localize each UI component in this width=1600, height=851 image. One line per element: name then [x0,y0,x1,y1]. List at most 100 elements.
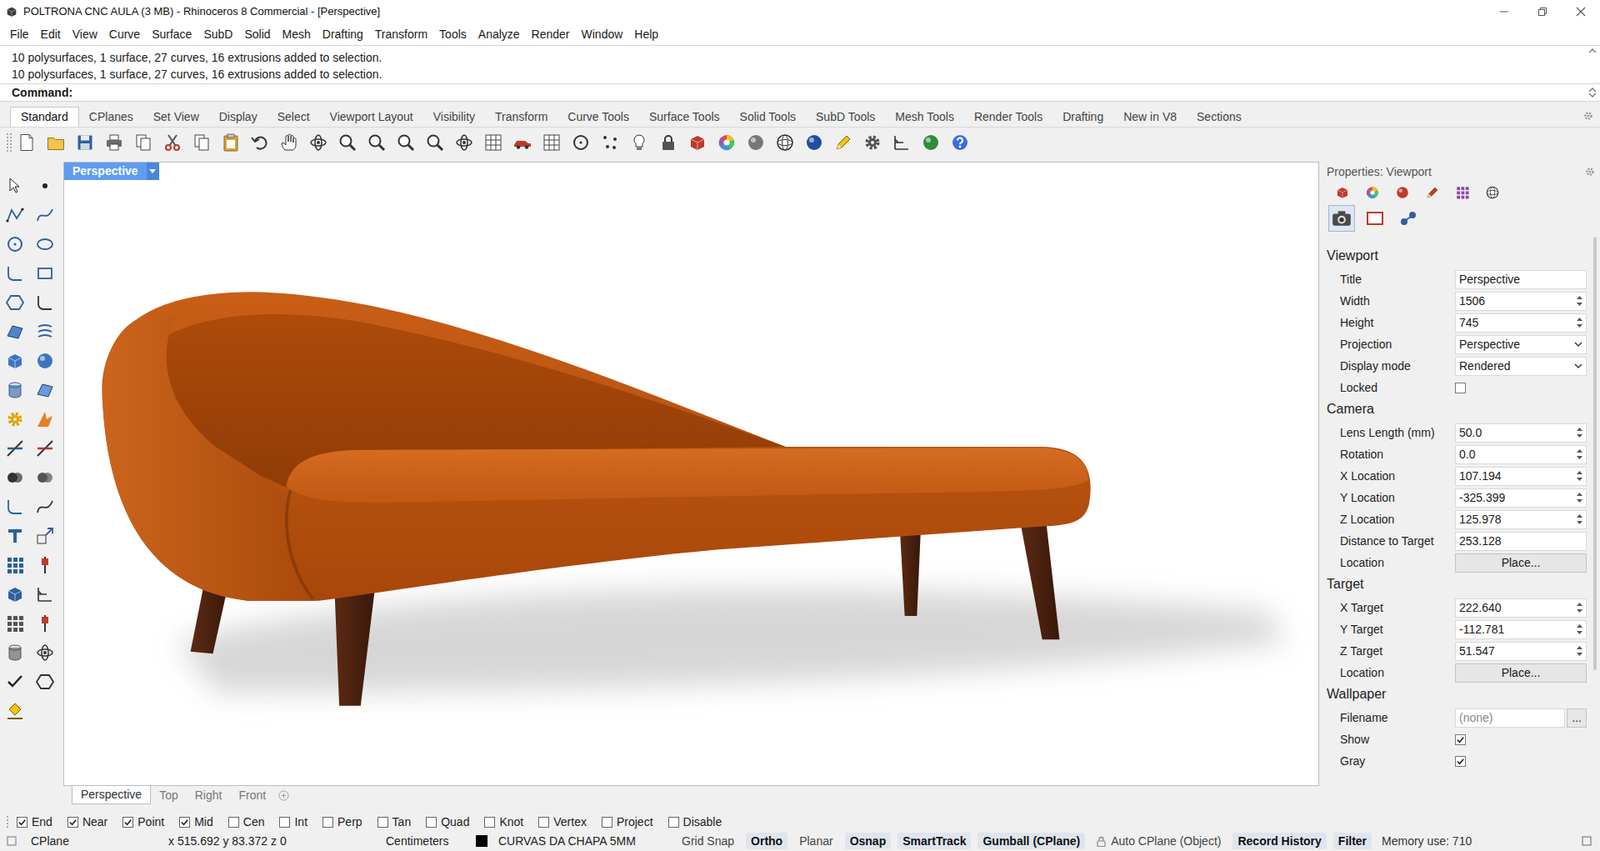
spinner-icon[interactable] [1575,600,1585,615]
minimize-icon[interactable] [1485,0,1524,24]
polyline-icon[interactable] [5,205,25,225]
control-points-icon[interactable] [600,132,620,153]
restore-icon[interactable] [1523,0,1562,24]
pan-icon[interactable] [279,132,300,153]
viewport-tab[interactable]: Top [150,785,187,805]
array-polar-icon[interactable] [5,555,25,575]
menu-item[interactable]: Tools [433,25,473,44]
viewport-frame-icon[interactable] [1361,205,1389,232]
toolbar-tab[interactable]: Display [209,106,268,127]
orient-icon[interactable] [35,555,55,575]
spinner-icon[interactable] [1575,425,1585,440]
curve-icon[interactable] [35,205,55,225]
osnap-item[interactable]: Point [122,813,165,831]
status-toggle[interactable]: SmartTrack [897,832,971,850]
open-icon[interactable] [45,132,66,153]
menu-item[interactable]: View [66,25,104,44]
osnap-checkbox[interactable] [228,816,240,828]
extrude-icon[interactable] [35,380,55,400]
dropdown-icon[interactable] [1572,341,1585,347]
menu-item[interactable]: Solid [238,25,276,44]
zoom-window-icon[interactable] [366,132,387,153]
toolbar-tab[interactable]: Set View [143,106,210,127]
viewport-title[interactable]: Perspective [64,162,160,180]
gumball-icon[interactable] [35,613,55,634]
status-menu-icon[interactable] [6,835,17,846]
texture-icon[interactable] [1455,185,1470,200]
property-dropdown[interactable]: Perspective [1455,335,1587,355]
perspective-viewport[interactable]: Perspective [63,161,1320,786]
toolbar-tab[interactable]: Standard [10,106,80,127]
render-props-icon[interactable] [1395,185,1410,200]
toolbar-settings-icon[interactable] [1583,110,1594,121]
osnap-checkbox[interactable] [67,816,79,828]
ellipse-icon[interactable] [35,234,55,255]
paste-icon[interactable] [220,132,241,153]
loft-icon[interactable] [35,321,55,342]
menu-item[interactable]: Surface [145,25,198,44]
status-toggle[interactable]: Planar [794,832,838,850]
status-toggle[interactable]: Auto CPlane (Object) [1091,832,1226,850]
menu-item[interactable]: Mesh [276,25,317,44]
layer-swatch[interactable] [475,835,488,847]
menu-item[interactable]: Render [525,25,576,44]
osnap-item[interactable]: Project [601,813,654,831]
zoom-extents-icon[interactable] [395,132,416,153]
rotate-view-icon[interactable] [308,132,329,153]
print-icon[interactable] [104,132,125,153]
property-field[interactable]: 107.194 [1455,466,1587,486]
property-field[interactable]: 253.128 [1455,531,1587,551]
toolbar-tab[interactable]: Drafting [1052,106,1114,127]
menu-item[interactable]: Transform [369,25,434,44]
toolbar-tab[interactable]: Solid Tools [730,106,806,127]
property-field[interactable]: -325.399 [1455,488,1587,508]
named-views-icon[interactable] [1395,205,1422,232]
grid-display-icon[interactable] [541,132,562,153]
status-toggle[interactable]: Gumball (CPlane) [977,832,1085,850]
help-icon[interactable] [950,132,970,153]
solid-box-icon[interactable] [5,584,25,605]
menu-item[interactable]: Drafting [316,25,370,44]
osnap-checkbox[interactable] [279,816,290,828]
menu-item[interactable]: Help [628,25,665,44]
spinner-icon[interactable] [1575,294,1585,308]
select-arrow-icon[interactable] [5,175,25,196]
panel-scrollbar[interactable] [1590,233,1600,786]
osnap-item[interactable]: End [16,813,53,831]
options-gear-icon[interactable] [862,132,883,153]
osnap-item[interactable]: Knot [484,813,524,831]
undo-view-icon[interactable] [454,132,475,153]
status-toggle[interactable]: Filter [1333,832,1372,850]
boolean-union-icon[interactable] [5,467,25,488]
property-field[interactable]: 0.0 [1455,445,1587,465]
dimension-icon[interactable] [35,584,55,605]
menu-item[interactable]: SubD [197,25,239,44]
toolbar-tab[interactable]: Sections [1186,106,1252,127]
osnap-item[interactable]: Near [67,813,108,831]
cplane-label[interactable]: CPlane [30,832,169,850]
osnap-item[interactable]: Perp [322,813,363,831]
osnap-item[interactable]: Quad [425,813,470,831]
surface-corners-icon[interactable] [5,321,25,342]
check-icon[interactable] [5,671,25,692]
viewport-tab[interactable]: Front [230,785,275,805]
tree-icon[interactable] [35,642,55,663]
decal-icon[interactable] [1425,185,1440,200]
menu-item[interactable]: Edit [35,25,67,44]
property-field[interactable]: Perspective [1455,270,1587,290]
osnap-item[interactable]: Mid [179,813,214,831]
copy-icon[interactable] [191,132,212,153]
place-button[interactable]: Place... [1455,553,1587,573]
osnap-checkbox[interactable] [322,816,334,828]
property-checkbox[interactable] [1455,734,1466,745]
toolbar-tab[interactable]: CPlanes [79,106,144,127]
osnap-checkbox[interactable] [484,816,495,828]
point-display-icon[interactable] [570,132,591,153]
toolbar-tab[interactable]: Curve Tools [557,106,640,127]
status-toggle[interactable]: Record History [1232,832,1326,850]
circle-icon[interactable] [5,234,25,255]
toolbar-tab[interactable]: Mesh Tools [885,106,965,127]
units[interactable]: Centimeters [385,832,476,850]
property-field[interactable]: 125.978 [1455,510,1587,530]
spinner-icon[interactable] [1575,469,1585,483]
